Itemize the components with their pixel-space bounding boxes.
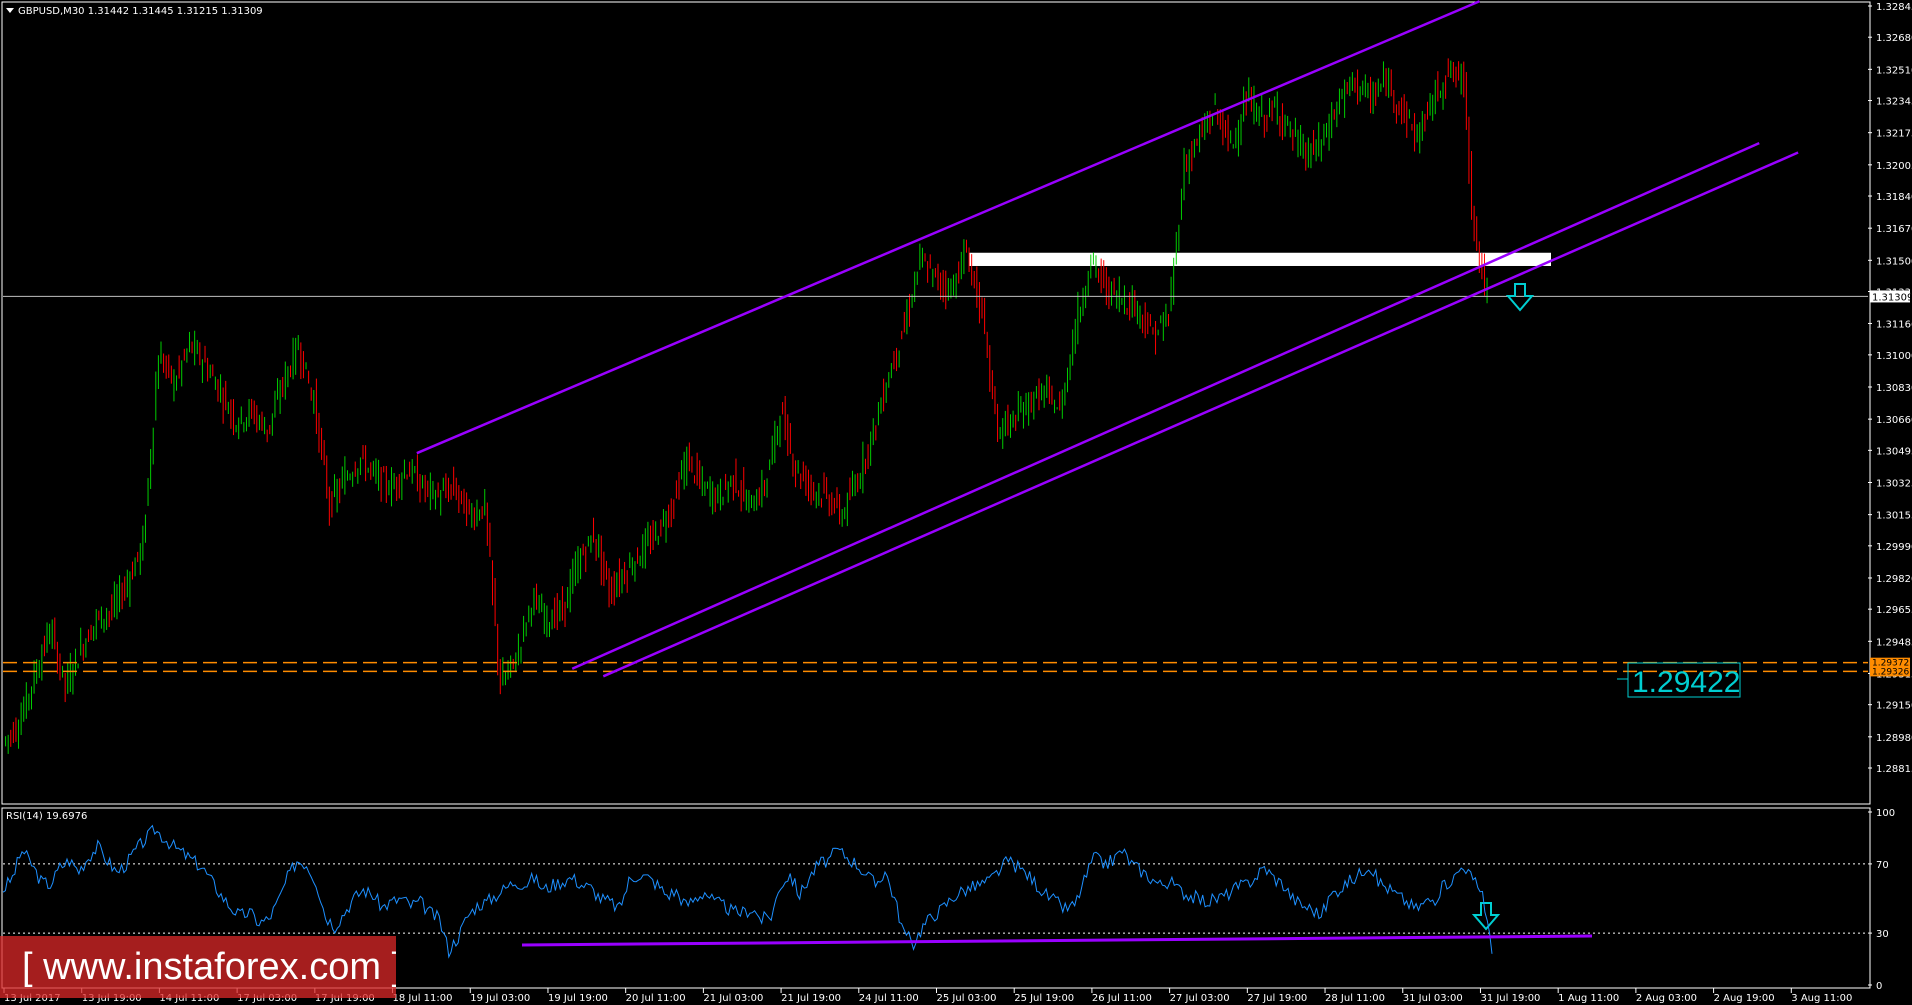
price-tick-label: 1.31500 bbox=[1876, 256, 1912, 267]
time-tick-label: 28 Jul 11:00 bbox=[1325, 993, 1385, 1004]
price-tick-label: 1.29485 bbox=[1876, 637, 1912, 648]
time-tick-label: 31 Jul 19:00 bbox=[1480, 993, 1540, 1004]
symbol-header: GBPUSD,M30 1.31442 1.31445 1.31215 1.313… bbox=[18, 6, 263, 17]
rsi-header: RSI(14) 19.6976 bbox=[6, 811, 87, 822]
channel-lines[interactable] bbox=[416, 0, 1799, 678]
candlestick-series bbox=[5, 58, 1488, 754]
time-tick-label: 19 Jul 19:00 bbox=[548, 993, 608, 1004]
rsi-tick-label: 30 bbox=[1876, 929, 1889, 940]
time-tick-label: 21 Jul 19:00 bbox=[781, 993, 841, 1004]
price-tick-label: 1.30495 bbox=[1876, 446, 1912, 457]
time-tick-label: 25 Jul 03:00 bbox=[937, 993, 997, 1004]
support-label-2: 1.29326 bbox=[1872, 667, 1909, 677]
watermark-bracket-open: [ bbox=[22, 946, 33, 988]
rsi-axis: 100 70 30 0 bbox=[1868, 808, 1895, 992]
chevron-down-icon[interactable] bbox=[6, 8, 14, 13]
price-tick-label: 1.29655 bbox=[1876, 605, 1912, 616]
price-tick-label: 1.28980 bbox=[1876, 733, 1912, 744]
time-tick-label: 3 Aug 11:00 bbox=[1791, 993, 1852, 1004]
current-price-label: 1.31309 bbox=[1872, 292, 1912, 303]
rsi-support-trendline[interactable] bbox=[521, 934, 1593, 947]
rsi-tick-label: 100 bbox=[1876, 808, 1895, 819]
time-tick-label: 19 Jul 03:00 bbox=[470, 993, 530, 1004]
time-tick-label: 27 Jul 03:00 bbox=[1170, 993, 1230, 1004]
chart-canvas[interactable]: GBPUSD,M30 1.31442 1.31445 1.31215 1.313… bbox=[0, 0, 1912, 1005]
time-tick-label: 18 Jul 11:00 bbox=[393, 993, 453, 1004]
down-arrow-icon bbox=[1505, 283, 1535, 312]
time-tick-label: 21 Jul 03:00 bbox=[703, 993, 763, 1004]
price-tick-label: 1.29150 bbox=[1876, 701, 1912, 712]
channel-line-2 bbox=[571, 141, 1760, 670]
price-tick-label: 1.28815 bbox=[1876, 764, 1912, 775]
channel-line-1 bbox=[416, 0, 1481, 455]
price-tick-label: 1.32345 bbox=[1876, 97, 1912, 108]
watermark: [ www.instaforex.com ] bbox=[0, 936, 396, 998]
price-tick-label: 1.29820 bbox=[1876, 574, 1912, 585]
price-tick-label: 1.32510 bbox=[1876, 65, 1912, 76]
price-tick-label: 1.30660 bbox=[1876, 415, 1912, 426]
watermark-bracket-close: ] bbox=[392, 946, 396, 988]
time-tick-label: 24 Jul 11:00 bbox=[859, 993, 919, 1004]
time-tick-label: 2 Aug 03:00 bbox=[1636, 993, 1697, 1004]
price-tick-label: 1.32680 bbox=[1876, 33, 1912, 44]
price-tick-label: 1.29990 bbox=[1876, 542, 1912, 553]
rsi-tick-label: 70 bbox=[1876, 860, 1889, 871]
channel-line-3 bbox=[602, 151, 1799, 678]
main-chart-frame bbox=[1, 1, 1871, 805]
time-tick-label: 27 Jul 19:00 bbox=[1247, 993, 1307, 1004]
time-tick-label: 2 Aug 19:00 bbox=[1714, 993, 1775, 1004]
time-tick-label: 1 Aug 11:00 bbox=[1558, 993, 1619, 1004]
price-tick-label: 1.30155 bbox=[1876, 511, 1912, 522]
time-tick-label: 25 Jul 19:00 bbox=[1014, 993, 1074, 1004]
price-tick-label: 1.32005 bbox=[1876, 161, 1912, 172]
price-tick-label: 1.31670 bbox=[1876, 224, 1912, 235]
watermark-site: www.instaforex.com bbox=[43, 946, 382, 988]
price-tick-label: 1.30830 bbox=[1876, 383, 1912, 394]
target-label: 1.29422 bbox=[1632, 666, 1740, 699]
price-tick-label: 1.31166 bbox=[1876, 319, 1912, 330]
price-tick-label: 1.32845 bbox=[1876, 2, 1912, 13]
price-tick-label: 1.30325 bbox=[1876, 478, 1912, 489]
price-tick-label: 1.31000 bbox=[1876, 351, 1912, 362]
price-tick-label: 1.32175 bbox=[1876, 129, 1912, 140]
time-tick-label: 26 Jul 11:00 bbox=[1092, 993, 1152, 1004]
time-tick-label: 20 Jul 11:00 bbox=[626, 993, 686, 1004]
resistance-zone bbox=[969, 252, 1551, 266]
rsi-tick-label: 0 bbox=[1876, 981, 1882, 992]
price-tick-label: 1.31840 bbox=[1876, 192, 1912, 203]
time-tick-label: 31 Jul 03:00 bbox=[1403, 993, 1463, 1004]
